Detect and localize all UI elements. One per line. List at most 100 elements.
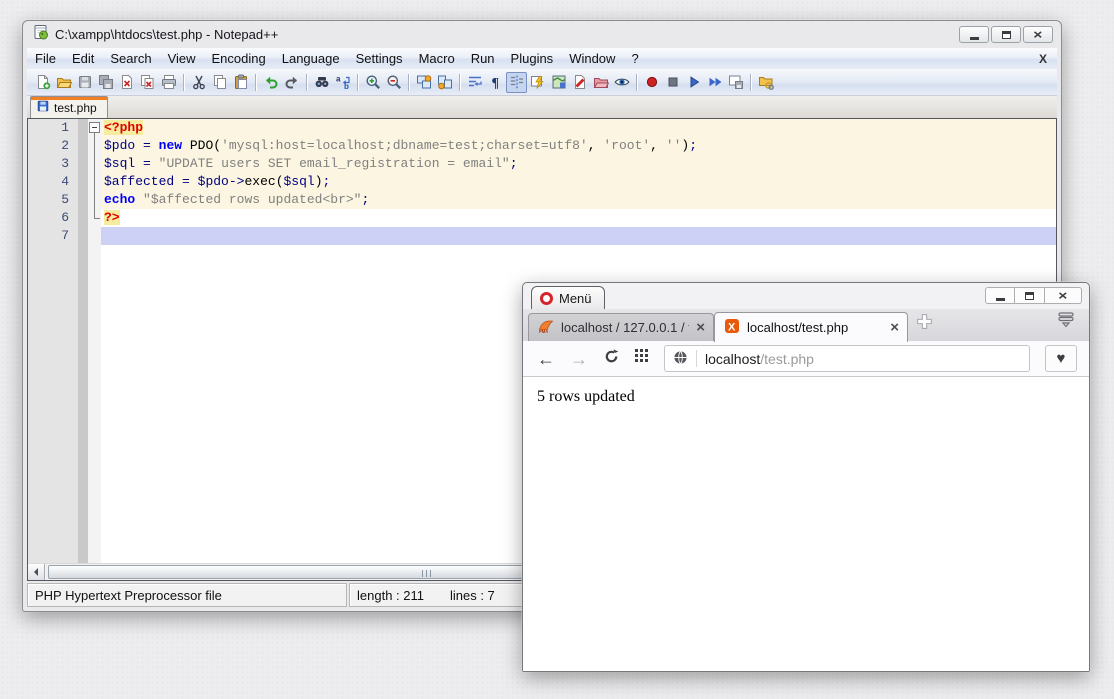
macro-save-icon[interactable] bbox=[725, 72, 746, 93]
cut-icon[interactable] bbox=[188, 72, 209, 93]
menu-item-search[interactable]: Search bbox=[102, 48, 159, 69]
sync-horizontal-icon[interactable] bbox=[434, 72, 455, 93]
minimize-button[interactable] bbox=[959, 26, 989, 43]
fold-margin bbox=[88, 191, 101, 209]
url-text[interactable]: localhost/test.php bbox=[705, 351, 814, 367]
toolbar-separator bbox=[636, 74, 637, 91]
macro-run-multi-icon[interactable] bbox=[704, 72, 725, 93]
maximize-icon bbox=[1025, 292, 1034, 300]
folder-workspace-icon[interactable] bbox=[590, 72, 611, 93]
menu-item-window[interactable]: Window bbox=[561, 48, 623, 69]
zoom-out-icon[interactable] bbox=[383, 72, 404, 93]
find-icon[interactable] bbox=[311, 72, 332, 93]
minimize-icon bbox=[996, 298, 1005, 301]
code-text[interactable] bbox=[101, 227, 1056, 245]
menu-item-run[interactable]: Run bbox=[463, 48, 503, 69]
close-all-icon[interactable] bbox=[137, 72, 158, 93]
editor-line[interactable]: 5echo "$affected rows updated<br>"; bbox=[28, 191, 1056, 209]
close-button[interactable]: × bbox=[1045, 287, 1082, 304]
line-number: 1 bbox=[28, 119, 78, 137]
menu-item-language[interactable]: Language bbox=[274, 48, 348, 69]
close-button[interactable]: × bbox=[1023, 26, 1053, 43]
editor-line[interactable]: 1 <?php bbox=[28, 119, 1056, 137]
tab-test-php[interactable]: test.php bbox=[30, 96, 108, 118]
npp-tabbar: test.php bbox=[27, 96, 1057, 118]
open-containing-folder-icon[interactable] bbox=[755, 72, 776, 93]
address-bar[interactable]: localhost/test.php bbox=[664, 345, 1030, 372]
editor-line[interactable]: 2$pdo = new PDO('mysql:host=localhost;db… bbox=[28, 137, 1056, 155]
save-all-icon[interactable] bbox=[95, 72, 116, 93]
tab-localhost-test[interactable]: X localhost/test.php × bbox=[714, 312, 908, 342]
tab-close-icon[interactable]: × bbox=[890, 320, 899, 335]
fold-collapse-box[interactable] bbox=[89, 122, 100, 133]
back-button[interactable]: ← bbox=[537, 350, 555, 368]
opera-toolbar: ← → localhost/test.php ♥ bbox=[523, 341, 1089, 377]
opera-logo-icon bbox=[540, 292, 553, 305]
function-completion-icon[interactable] bbox=[527, 72, 548, 93]
bookmark-margin bbox=[78, 155, 88, 173]
code-text[interactable]: echo "$affected rows updated<br>"; bbox=[101, 191, 1056, 209]
menu-item-settings[interactable]: Settings bbox=[348, 48, 411, 69]
menu-item-view[interactable]: View bbox=[160, 48, 204, 69]
code-text[interactable]: $pdo = new PDO('mysql:host=localhost;dbn… bbox=[101, 137, 1056, 155]
editor-line[interactable]: 4$affected = $pdo->exec($sql); bbox=[28, 173, 1056, 191]
tab-phpmyadmin[interactable]: PMA localhost / 127.0.0.1 / test × bbox=[528, 313, 714, 341]
opera-menu-button[interactable]: Menü bbox=[531, 286, 605, 310]
minimize-button[interactable] bbox=[985, 287, 1015, 304]
menu-item-plugins[interactable]: Plugins bbox=[503, 48, 562, 69]
editor-line[interactable]: 7 bbox=[28, 227, 1056, 245]
zoom-in-icon[interactable] bbox=[362, 72, 383, 93]
menu-item-help[interactable]: ? bbox=[623, 48, 646, 69]
notepadpp-titlebar[interactable]: C:\xampp\htdocs\test.php - Notepad++ × bbox=[23, 21, 1061, 48]
maximize-button[interactable] bbox=[1015, 287, 1045, 304]
tab-menu-icon[interactable] bbox=[1057, 311, 1075, 334]
forward-button[interactable]: → bbox=[570, 350, 588, 368]
copy-icon[interactable] bbox=[209, 72, 230, 93]
scroll-left-button[interactable] bbox=[28, 564, 45, 580]
doc-switcher-icon[interactable] bbox=[569, 72, 590, 93]
line-number: 3 bbox=[28, 155, 78, 173]
menu-item-macro[interactable]: Macro bbox=[411, 48, 463, 69]
open-file-icon[interactable] bbox=[53, 72, 74, 93]
macro-stop-icon[interactable] bbox=[662, 72, 683, 93]
new-tab-button[interactable] bbox=[916, 313, 933, 335]
print-icon[interactable] bbox=[158, 72, 179, 93]
speed-dial-icon[interactable] bbox=[635, 349, 649, 368]
new-file-icon[interactable] bbox=[32, 72, 53, 93]
fold-margin bbox=[88, 137, 101, 155]
code-text[interactable]: $sql = "UPDATE users SET email_registrat… bbox=[101, 155, 1056, 173]
bookmark-heart-button[interactable]: ♥ bbox=[1045, 345, 1077, 372]
redo-icon[interactable] bbox=[281, 72, 302, 93]
macro-record-icon[interactable] bbox=[641, 72, 662, 93]
save-icon[interactable] bbox=[74, 72, 95, 93]
indent-guide-icon[interactable] bbox=[506, 72, 527, 93]
undo-icon[interactable] bbox=[260, 72, 281, 93]
site-globe-icon[interactable] bbox=[673, 350, 688, 368]
close-file-icon[interactable] bbox=[116, 72, 137, 93]
close-document-x-button[interactable]: X bbox=[1029, 52, 1057, 66]
statusbar-doctype: PHP Hypertext Preprocessor file bbox=[27, 583, 347, 607]
code-text[interactable]: $affected = $pdo->exec($sql); bbox=[101, 173, 1056, 191]
sync-vertical-icon[interactable] bbox=[413, 72, 434, 93]
show-symbol-icon[interactable]: ¶ bbox=[485, 72, 506, 93]
monitoring-icon[interactable] bbox=[611, 72, 632, 93]
editor-lines: 1 <?php2$pdo = new PDO('mysql:host=localh… bbox=[28, 119, 1056, 245]
reload-button[interactable] bbox=[603, 348, 620, 370]
code-text[interactable]: <?php bbox=[101, 119, 1056, 137]
menu-item-encoding[interactable]: Encoding bbox=[204, 48, 274, 69]
menu-item-file[interactable]: File bbox=[27, 48, 64, 69]
fold-margin bbox=[88, 119, 101, 137]
bookmark-margin bbox=[78, 137, 88, 155]
opera-titlebar[interactable]: Menü × bbox=[523, 283, 1089, 309]
word-wrap-icon[interactable] bbox=[464, 72, 485, 93]
editor-line[interactable]: 6?> bbox=[28, 209, 1056, 227]
paste-icon[interactable] bbox=[230, 72, 251, 93]
editor-line[interactable]: 3 $sql = "UPDATE users SET email_registra… bbox=[28, 155, 1056, 173]
macro-play-icon[interactable] bbox=[683, 72, 704, 93]
doc-map-icon[interactable] bbox=[548, 72, 569, 93]
replace-icon[interactable]: ab bbox=[332, 72, 353, 93]
menu-item-edit[interactable]: Edit bbox=[64, 48, 102, 69]
code-text[interactable]: ?> bbox=[101, 209, 1056, 227]
maximize-button[interactable] bbox=[991, 26, 1021, 43]
tab-close-icon[interactable]: × bbox=[696, 320, 705, 335]
